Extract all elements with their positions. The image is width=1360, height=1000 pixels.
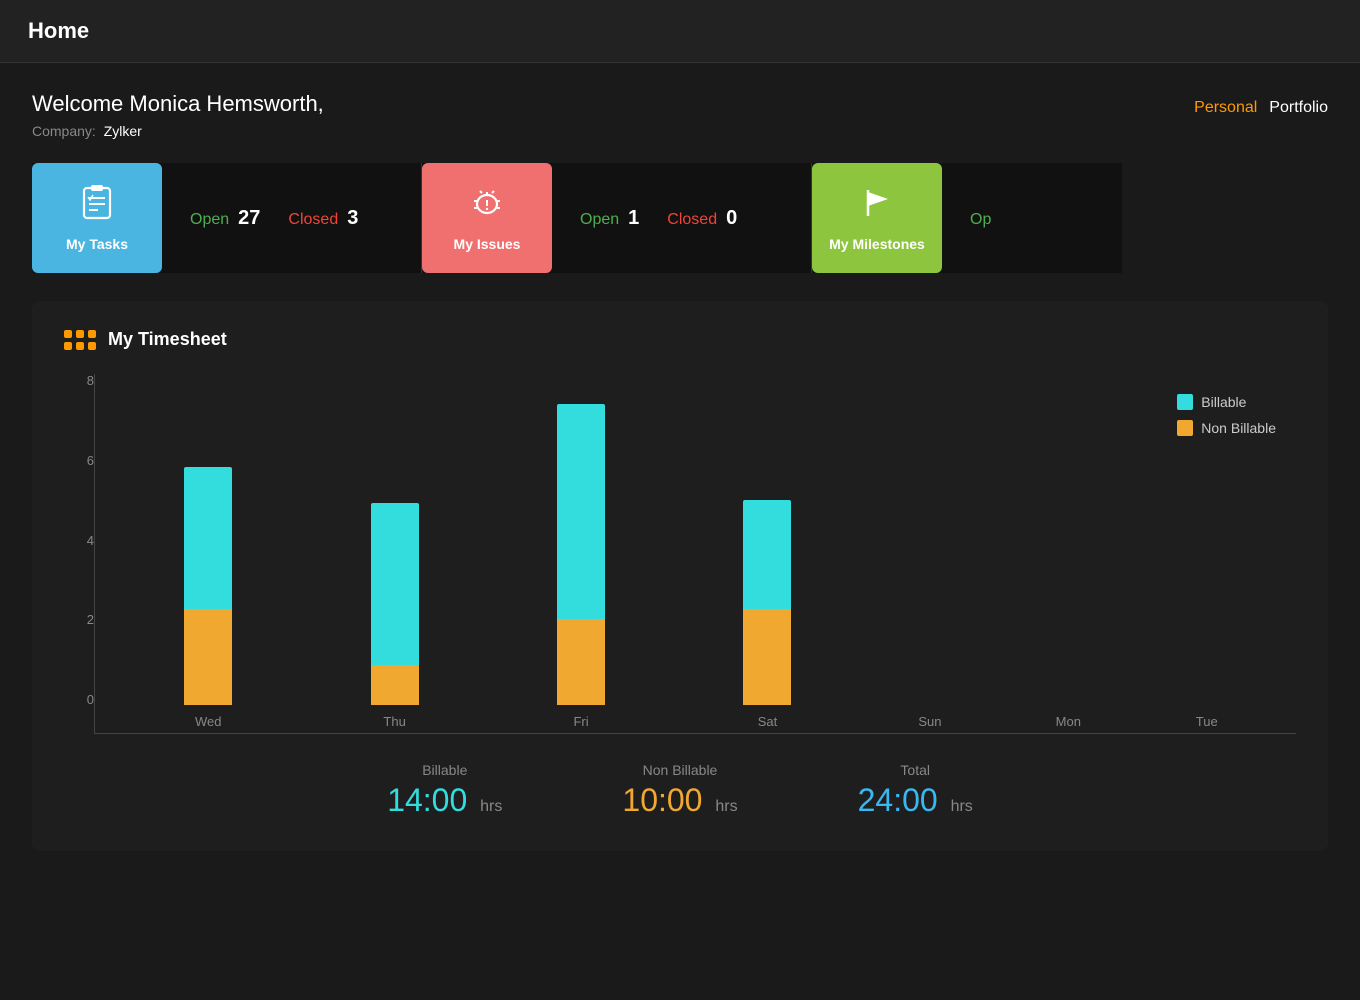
chart-y-axis: 0 2 4 6 8: [64, 374, 94, 734]
main-content: Welcome Monica Hemsworth, Company: Zylke…: [0, 63, 1360, 879]
billable-total: Billable 14:00 hrs: [387, 762, 502, 819]
view-toggle: Personal Portfolio: [1194, 99, 1328, 117]
tasks-open-stat: Open 27: [190, 207, 260, 230]
issues-card[interactable]: My Issues Open 1 Closed 0: [422, 163, 812, 273]
nonbillable-total: Non Billable 10:00 hrs: [622, 762, 737, 819]
tasks-open-label: Open: [190, 211, 229, 228]
nonbillable-color-swatch: [1177, 420, 1193, 436]
bar-label-thu: Thu: [383, 714, 405, 729]
tasks-closed-label: Closed: [288, 211, 338, 228]
y-label-2: 2: [64, 613, 94, 626]
grand-total: Total 24:00 hrs: [858, 762, 973, 819]
issues-closed-stat: Closed 0: [667, 207, 737, 230]
billable-total-value: 14:00 hrs: [387, 782, 502, 819]
bar-label-tue: Tue: [1196, 714, 1218, 729]
billable-total-label: Billable: [422, 762, 467, 778]
tasks-closed-row: Closed 3: [288, 207, 358, 230]
tasks-icon-block: My Tasks: [32, 163, 162, 273]
issues-closed-row: Closed 0: [667, 207, 737, 230]
milestones-stats: Op: [942, 163, 1122, 273]
issues-icon: [468, 184, 506, 230]
nonbillable-bar-sat: [743, 609, 791, 705]
company-label: Company:: [32, 123, 96, 139]
milestones-open-label: Op: [970, 211, 991, 228]
nonbillable-bar-fri: [557, 619, 605, 705]
issues-closed-label: Closed: [667, 211, 717, 228]
welcome-row: Welcome Monica Hemsworth, Company: Zylke…: [32, 91, 1328, 139]
nonbillable-total-value: 10:00 hrs: [622, 782, 737, 819]
nonbillable-total-label: Non Billable: [643, 762, 718, 778]
billable-bar-thu: [371, 503, 419, 665]
billable-bar-sat: [743, 500, 791, 609]
header: Home: [0, 0, 1360, 63]
y-label-8: 8: [64, 374, 94, 387]
milestones-open-row: Op: [970, 208, 991, 229]
bar-label-sat: Sat: [758, 714, 778, 729]
issues-open-row: Open 1: [580, 207, 639, 230]
timesheet-section: My Timesheet 0 2 4 6 8 Wed Thu Fri Sat Sun Mo…: [32, 301, 1328, 851]
tasks-closed-value: 3: [347, 207, 358, 229]
legend-nonbillable: Non Billable: [1177, 420, 1276, 436]
company-row: Company: Zylker: [32, 123, 324, 139]
tasks-icon: [78, 184, 116, 230]
chart-bars: WedThuFriSatSunMonTue: [95, 374, 1296, 705]
bar-group-wed: Wed: [184, 467, 232, 705]
bar-group-sat: Sat: [743, 500, 791, 705]
portfolio-view-button[interactable]: Portfolio: [1269, 99, 1328, 117]
timesheet-dots-icon: [64, 330, 96, 350]
issues-icon-block: My Issues: [422, 163, 552, 273]
issues-open-stat: Open 1: [580, 207, 639, 230]
tasks-closed-stat: Closed 3: [288, 207, 358, 230]
billable-legend-label: Billable: [1201, 394, 1246, 410]
billable-color-swatch: [1177, 394, 1193, 410]
bar-label-mon: Mon: [1056, 714, 1081, 729]
milestones-icon: [858, 184, 896, 230]
chart-area: Wed Thu Fri Sat Sun Mon Tue Billable Non Billa…: [94, 374, 1296, 734]
welcome-greeting: Welcome Monica Hemsworth,: [32, 91, 324, 117]
nonbillable-bar-wed: [184, 609, 232, 705]
issues-open-value: 1: [628, 207, 639, 229]
chart-container: 0 2 4 6 8 Wed Thu Fri Sat Sun Mon Tue Billable: [64, 374, 1296, 734]
company-name: Zylker: [104, 123, 142, 139]
tasks-stats: Open 27 Closed 3: [162, 163, 422, 273]
milestones-icon-block: My Milestones: [812, 163, 942, 273]
bar-group-fri: Fri: [557, 404, 605, 705]
issues-open-label: Open: [580, 211, 619, 228]
tasks-open-value: 27: [238, 207, 260, 229]
bar-group-thu: Thu: [371, 503, 419, 705]
personal-view-button[interactable]: Personal: [1194, 99, 1257, 117]
issues-stats: Open 1 Closed 0: [552, 163, 812, 273]
milestones-label: My Milestones: [829, 236, 925, 252]
welcome-left: Welcome Monica Hemsworth, Company: Zylke…: [32, 91, 324, 139]
milestones-card[interactable]: My Milestones Op: [812, 163, 1122, 273]
bar-label-wed: Wed: [195, 714, 222, 729]
nonbillable-bar-thu: [371, 665, 419, 705]
issues-closed-value: 0: [726, 207, 737, 229]
billable-bar-fri: [557, 404, 605, 619]
timesheet-header: My Timesheet: [64, 329, 1296, 350]
grand-total-label: Total: [900, 762, 930, 778]
cards-row: My Tasks Open 27 Closed 3: [32, 163, 1328, 273]
legend-billable: Billable: [1177, 394, 1276, 410]
billable-bar-wed: [184, 467, 232, 609]
grand-total-value: 24:00 hrs: [858, 782, 973, 819]
y-label-6: 6: [64, 454, 94, 467]
chart-legend: Billable Non Billable: [1177, 394, 1276, 436]
y-label-0: 0: [64, 693, 94, 706]
bar-label-sun: Sun: [918, 714, 941, 729]
issues-label: My Issues: [454, 236, 521, 252]
timesheet-title: My Timesheet: [108, 329, 227, 350]
nonbillable-legend-label: Non Billable: [1201, 420, 1276, 436]
bar-label-fri: Fri: [573, 714, 588, 729]
tasks-open-row: Open 27: [190, 207, 260, 230]
totals-row: Billable 14:00 hrs Non Billable 10:00 hr…: [64, 762, 1296, 819]
y-label-4: 4: [64, 534, 94, 547]
header-title: Home: [28, 18, 89, 43]
tasks-label: My Tasks: [66, 236, 128, 252]
tasks-card[interactable]: My Tasks Open 27 Closed 3: [32, 163, 422, 273]
